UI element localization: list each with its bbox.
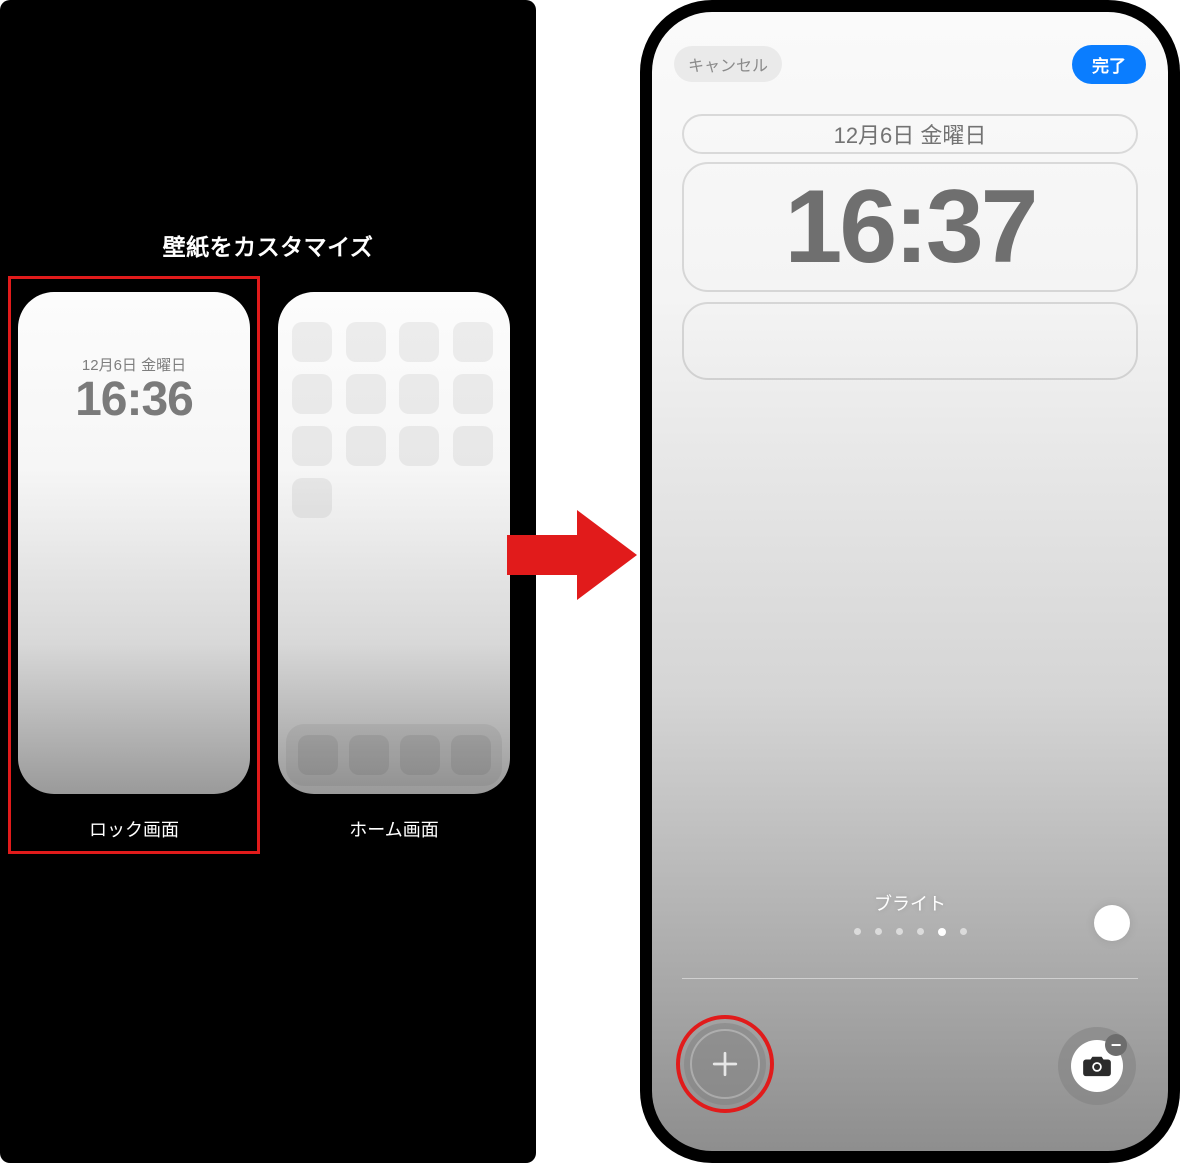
dock-app-icon	[451, 735, 491, 775]
camera-shortcut-button[interactable]: −	[1058, 1027, 1136, 1105]
app-icon	[292, 478, 332, 518]
app-icon	[346, 374, 386, 414]
lockscreen-preview: 12月6日 金曜日 16:36	[18, 292, 250, 794]
page-dot[interactable]	[938, 928, 946, 936]
page-dot[interactable]	[854, 928, 861, 935]
app-icon	[399, 426, 439, 466]
app-icon	[453, 374, 493, 414]
date-widget[interactable]: 12月6日 金曜日	[682, 114, 1138, 154]
plus-icon	[707, 1046, 743, 1082]
app-icon	[399, 374, 439, 414]
homescreen-thumbnail[interactable]: ホーム画面	[270, 278, 518, 842]
page-dot[interactable]	[960, 928, 967, 935]
arrow-icon	[507, 505, 637, 605]
homescreen-caption: ホーム画面	[270, 816, 518, 842]
style-label: ブライト	[652, 890, 1168, 916]
app-icon	[292, 426, 332, 466]
dock	[286, 724, 502, 786]
add-shortcut-button[interactable]	[684, 1023, 766, 1105]
app-icon	[292, 374, 332, 414]
cancel-button[interactable]: キャンセル	[674, 46, 782, 82]
divider	[682, 978, 1138, 980]
app-icon	[346, 322, 386, 362]
page-dot[interactable]	[917, 928, 924, 935]
page-indicator[interactable]	[652, 928, 1168, 936]
page-dot[interactable]	[896, 928, 903, 935]
color-swatch-white[interactable]	[1094, 905, 1130, 941]
lockscreen-caption: ロック画面	[10, 816, 258, 842]
camera-icon	[1082, 1054, 1112, 1078]
page-dot[interactable]	[875, 928, 882, 935]
bottom-widget-slot[interactable]	[682, 302, 1138, 380]
dock-app-icon	[298, 735, 338, 775]
app-icon	[292, 322, 332, 362]
done-button[interactable]: 完了	[1072, 45, 1146, 84]
app-icon	[399, 322, 439, 362]
panel-title: 壁紙をカスタマイズ	[0, 228, 536, 262]
app-icon	[453, 322, 493, 362]
homescreen-preview	[278, 292, 510, 794]
dock-app-icon	[349, 735, 389, 775]
lockscreen-preview-time: 16:36	[18, 372, 250, 427]
style-picker[interactable]: ブライト	[652, 890, 1168, 936]
dock-app-icon	[400, 735, 440, 775]
wallpaper-customize-panel: 壁紙をカスタマイズ 12月6日 金曜日 16:36 ロック画面	[0, 0, 536, 1163]
lockscreen-editor: キャンセル 完了 12月6日 金曜日 16:37 ブライト	[640, 0, 1180, 1163]
app-icon	[346, 426, 386, 466]
time-widget[interactable]: 16:37	[682, 162, 1138, 292]
remove-badge-icon[interactable]: −	[1105, 1034, 1127, 1056]
app-icon	[453, 426, 493, 466]
lockscreen-thumbnail[interactable]: 12月6日 金曜日 16:36 ロック画面	[10, 278, 258, 842]
